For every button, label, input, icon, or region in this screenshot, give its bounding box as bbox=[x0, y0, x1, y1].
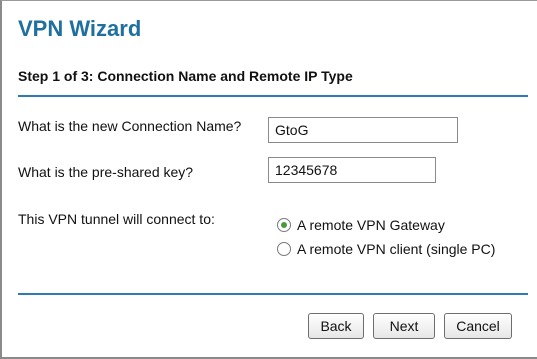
cancel-button[interactable]: Cancel bbox=[444, 313, 512, 339]
connection-name-label: What is the new Connection Name? bbox=[18, 118, 242, 134]
tunnel-type-label: This VPN tunnel will connect to: bbox=[18, 211, 215, 227]
radio-button-remote-gateway[interactable] bbox=[277, 218, 291, 232]
top-divider bbox=[18, 95, 528, 97]
bottom-divider bbox=[18, 293, 528, 295]
radio-label-remote-client: A remote VPN client (single PC) bbox=[297, 241, 496, 257]
next-button[interactable]: Next bbox=[373, 313, 435, 339]
preshared-key-input[interactable] bbox=[268, 157, 436, 183]
connection-name-input[interactable] bbox=[268, 117, 458, 143]
radio-label-remote-gateway: A remote VPN Gateway bbox=[297, 217, 445, 233]
step-heading: Step 1 of 3: Connection Name and Remote … bbox=[18, 68, 353, 84]
radio-option-remote-gateway[interactable]: A remote VPN Gateway bbox=[277, 217, 445, 233]
wizard-title: VPN Wizard bbox=[18, 16, 142, 41]
preshared-key-label: What is the pre-shared key? bbox=[18, 164, 194, 180]
radio-option-remote-client[interactable]: A remote VPN client (single PC) bbox=[277, 241, 495, 257]
radio-button-remote-client[interactable] bbox=[277, 242, 291, 256]
back-button[interactable]: Back bbox=[308, 313, 364, 339]
